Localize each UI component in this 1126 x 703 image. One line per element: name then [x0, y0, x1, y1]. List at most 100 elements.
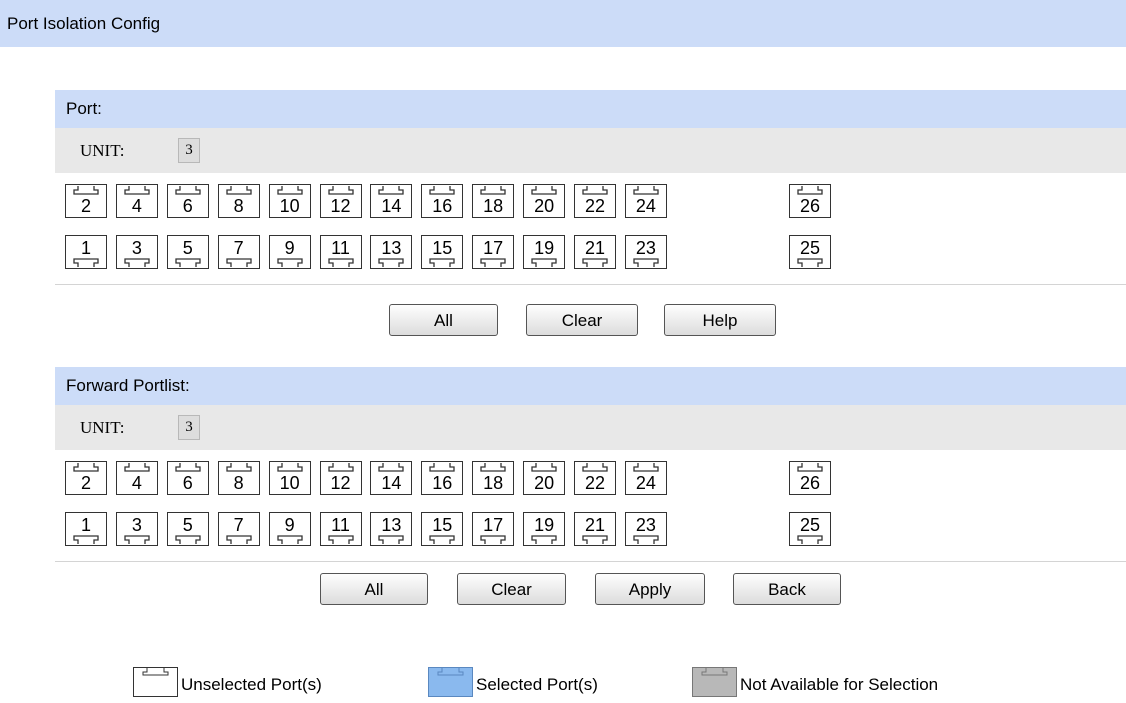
legend-selected-label: Selected Port(s) — [476, 675, 598, 694]
unit-selector[interactable]: 3 — [178, 138, 200, 163]
port-number: 25 — [799, 238, 821, 258]
port-number: 5 — [182, 238, 193, 258]
port-number: 2 — [80, 196, 91, 216]
port-7-button[interactable]: 7 — [217, 512, 260, 546]
port-7-button[interactable]: 7 — [217, 235, 260, 269]
port-9-button[interactable]: 9 — [268, 235, 311, 269]
forward-portlist-section: Forward Portlist: UNIT: 3 2 4 6 8 10 12 14 16 18… — [55, 367, 1126, 562]
port-19-button[interactable]: 19 — [523, 235, 566, 269]
port-12-button[interactable]: 12 — [319, 184, 362, 218]
port-number: 18 — [483, 196, 504, 216]
port-number: 24 — [635, 196, 656, 216]
legend-unavailable-label: Not Available for Selection — [740, 675, 939, 694]
port-21-button[interactable]: 21 — [574, 512, 616, 546]
port-1-button[interactable]: 1 — [65, 235, 107, 269]
unit-selector[interactable]: 3 — [178, 415, 200, 440]
clear-button[interactable]: Clear — [526, 304, 638, 336]
port-6-button[interactable]: 6 — [166, 461, 209, 495]
port-16-button[interactable]: 16 — [421, 461, 464, 495]
all-button[interactable]: All — [320, 573, 428, 605]
port-4-button[interactable]: 4 — [115, 184, 158, 218]
port-22-button[interactable]: 22 — [574, 461, 616, 495]
port-12-button[interactable]: 12 — [319, 461, 362, 495]
help-button[interactable]: Help — [664, 304, 776, 336]
port-number: 7 — [233, 238, 244, 258]
port-number: 6 — [182, 473, 193, 493]
unselected-port-icon — [133, 667, 178, 697]
port-20-button[interactable]: 20 — [523, 461, 566, 495]
port-number: 1 — [80, 515, 91, 535]
port-9-button[interactable]: 9 — [268, 512, 311, 546]
port-15-button[interactable]: 15 — [421, 512, 464, 546]
port-2-button[interactable]: 2 — [65, 184, 107, 218]
all-button[interactable]: All — [389, 304, 498, 336]
port-24-button[interactable]: 24 — [624, 184, 667, 218]
port-22-button[interactable]: 22 — [574, 184, 616, 218]
port-25-button[interactable]: 25 — [789, 512, 831, 546]
clear-button[interactable]: Clear — [457, 573, 566, 605]
port-23-button[interactable]: 23 — [624, 235, 667, 269]
port-number: 21 — [584, 515, 606, 535]
port-number: 12 — [330, 473, 351, 493]
selected-port-icon — [428, 667, 473, 697]
port-15-button[interactable]: 15 — [421, 235, 464, 269]
port-number: 24 — [635, 473, 656, 493]
port-19-button[interactable]: 19 — [523, 512, 566, 546]
port-11-button[interactable]: 11 — [319, 235, 362, 269]
port-number: 18 — [483, 473, 504, 493]
port-11-button[interactable]: 11 — [319, 512, 362, 546]
port-24-button[interactable]: 24 — [624, 461, 667, 495]
port-16-button[interactable]: 16 — [421, 184, 464, 218]
unavailable-port-icon — [692, 667, 737, 697]
legend-unselected: Unselected Port(s) — [133, 667, 373, 703]
port-3-button[interactable]: 3 — [115, 512, 158, 546]
port-number: 8 — [233, 473, 244, 493]
unit-label: UNIT: — [80, 141, 125, 160]
port-number: 9 — [284, 238, 295, 258]
port-26-button[interactable]: 26 — [789, 184, 831, 218]
port-panel: 2 4 6 8 10 12 14 16 18 20 22 24 1 3 5 7 9 11 13 15 17 19 21 23 2… — [55, 173, 1126, 285]
port-1-button[interactable]: 1 — [65, 512, 107, 546]
port-10-button[interactable]: 10 — [268, 461, 311, 495]
port-number: 13 — [381, 515, 402, 535]
apply-button[interactable]: Apply — [595, 573, 705, 605]
port-18-button[interactable]: 18 — [472, 184, 515, 218]
port-number: 8 — [233, 196, 244, 216]
port-6-button[interactable]: 6 — [166, 184, 209, 218]
port-17-button[interactable]: 17 — [472, 235, 515, 269]
port-25-button[interactable]: 25 — [789, 235, 831, 269]
port-14-button[interactable]: 14 — [370, 461, 413, 495]
port-number: 6 — [182, 196, 193, 216]
port-number: 14 — [381, 196, 402, 216]
port-number: 14 — [381, 473, 402, 493]
port-number: 4 — [131, 473, 142, 493]
port-3-button[interactable]: 3 — [115, 235, 158, 269]
port-number: 11 — [331, 238, 350, 258]
unit-row: UNIT: 3 — [55, 405, 1126, 450]
port-21-button[interactable]: 21 — [574, 235, 616, 269]
port-number: 23 — [635, 238, 656, 258]
back-button[interactable]: Back — [733, 573, 841, 605]
legend-unselected-label: Unselected Port(s) — [181, 675, 322, 694]
port-20-button[interactable]: 20 — [523, 184, 566, 218]
port-13-button[interactable]: 13 — [370, 512, 413, 546]
port-8-button[interactable]: 8 — [217, 184, 260, 218]
port-17-button[interactable]: 17 — [472, 512, 515, 546]
port-10-button[interactable]: 10 — [268, 184, 311, 218]
port-5-button[interactable]: 5 — [166, 512, 209, 546]
port-number: 26 — [799, 196, 821, 216]
port-13-button[interactable]: 13 — [370, 235, 413, 269]
port-4-button[interactable]: 4 — [115, 461, 158, 495]
port-section-header: Port: — [55, 90, 1126, 128]
port-14-button[interactable]: 14 — [370, 184, 413, 218]
port-2-button[interactable]: 2 — [65, 461, 107, 495]
port-18-button[interactable]: 18 — [472, 461, 515, 495]
port-23-button[interactable]: 23 — [624, 512, 667, 546]
port-number: 2 — [80, 473, 91, 493]
port-number: 3 — [131, 515, 142, 535]
port-number: 5 — [182, 515, 193, 535]
port-5-button[interactable]: 5 — [166, 235, 209, 269]
port-26-button[interactable]: 26 — [789, 461, 831, 495]
port-number: 25 — [799, 515, 821, 535]
port-8-button[interactable]: 8 — [217, 461, 260, 495]
